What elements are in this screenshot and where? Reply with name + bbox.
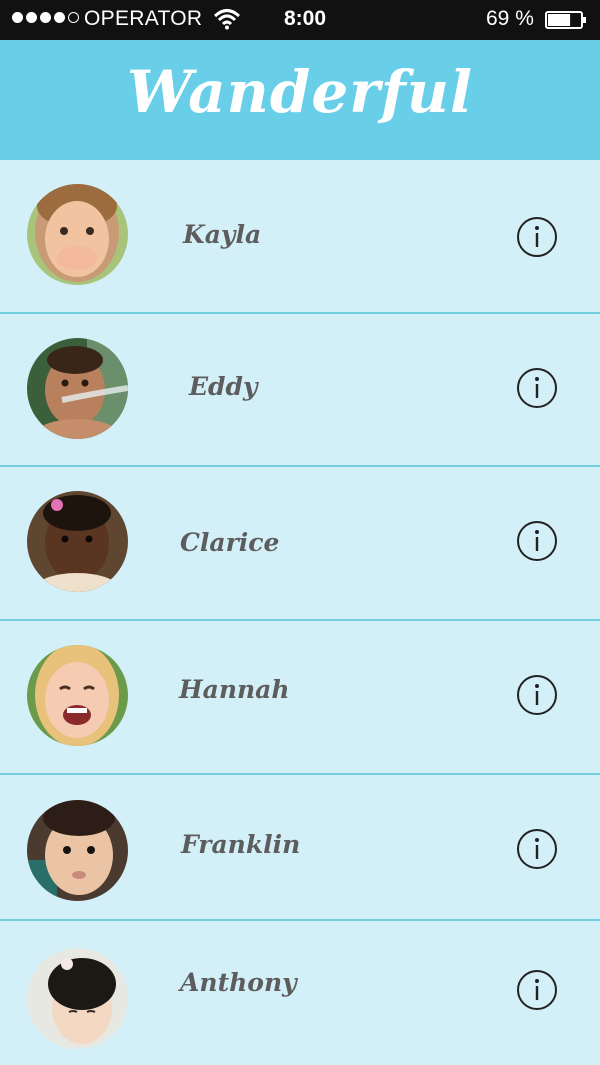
avatar — [27, 800, 128, 901]
avatar — [27, 184, 128, 285]
info-icon[interactable] — [516, 367, 558, 409]
app-header: Wanderful — [0, 40, 600, 160]
info-icon[interactable] — [516, 674, 558, 716]
info-icon[interactable] — [516, 520, 558, 562]
list-item-kayla[interactable]: Kayla — [0, 160, 600, 314]
avatar — [27, 948, 128, 1049]
info-icon[interactable] — [516, 969, 558, 1011]
list-item-hannah[interactable]: Hannah — [0, 621, 600, 775]
contact-name: Kayla — [183, 220, 262, 249]
contact-name: Hannah — [179, 675, 290, 704]
wifi-icon — [214, 9, 240, 30]
signal-strength-icon — [12, 12, 79, 23]
contact-name: Eddy — [189, 372, 258, 401]
carrier-name: OPERATOR — [84, 7, 203, 30]
avatar — [27, 491, 128, 592]
list-item-eddy[interactable]: Eddy — [0, 314, 600, 467]
contact-name: Anthony — [180, 968, 297, 997]
contact-name: Franklin — [181, 830, 301, 859]
info-icon[interactable] — [516, 828, 558, 870]
contact-name: Clarice — [180, 528, 280, 557]
list-item-franklin[interactable]: Franklin — [0, 775, 600, 921]
list-item-anthony[interactable]: Anthony — [0, 921, 600, 1065]
app-title: Wanderful — [126, 58, 473, 126]
status-time: 8:00 — [284, 7, 327, 30]
battery-icon — [545, 11, 586, 29]
list-item-clarice[interactable]: Clarice — [0, 467, 600, 621]
avatar — [27, 338, 128, 439]
status-bar: OPERATOR 8:00 69 % — [0, 0, 600, 40]
battery-percentage: 69 % — [486, 7, 534, 30]
avatar — [27, 645, 128, 746]
info-icon[interactable] — [516, 216, 558, 258]
